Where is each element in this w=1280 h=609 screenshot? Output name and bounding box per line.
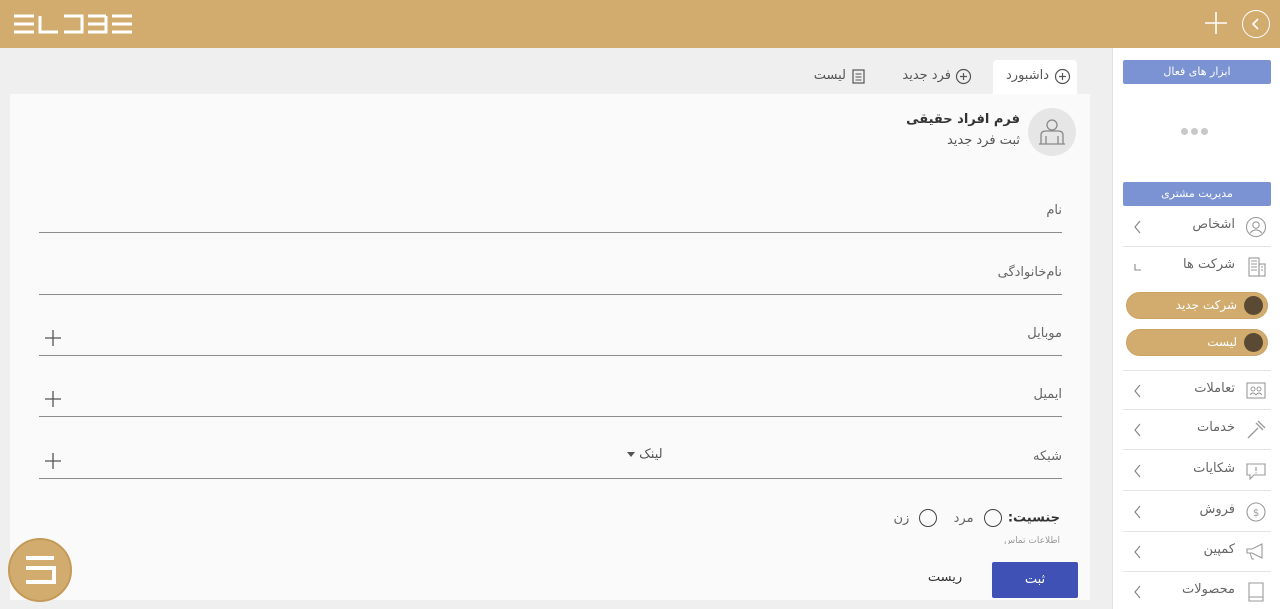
gender-option-female: زن: [893, 510, 910, 526]
chevron-left-icon: [1134, 585, 1141, 599]
plus-circle-icon: [955, 68, 972, 85]
document-icon: [1244, 333, 1263, 352]
chevron-left-icon: [1134, 464, 1141, 478]
sidebar-subitem-list[interactable]: لیست: [1126, 329, 1268, 356]
megaphone-icon: [1246, 543, 1263, 560]
network-field[interactable]: شبکه لینک: [39, 439, 1062, 479]
hammer-icon: [1247, 420, 1266, 439]
interaction-icon: [1246, 382, 1266, 399]
sidebar-item-products[interactable]: محصولات: [1123, 572, 1271, 609]
dollar-icon: $: [1246, 502, 1266, 522]
chevron-down-icon: [1134, 264, 1141, 271]
submit-button[interactable]: ثبت: [992, 562, 1078, 598]
sidebar-item-label: شکایات: [1193, 461, 1235, 476]
network-select-value: لینک: [639, 447, 663, 462]
network-type-select[interactable]: لینک: [623, 447, 663, 462]
people-icon: [1245, 216, 1267, 238]
sidebar-item-label: اشخاص: [1192, 217, 1235, 232]
email-field[interactable]: ایمیل: [39, 377, 1062, 417]
tab-label: لیست: [813, 68, 846, 83]
tab-list[interactable]: لیست: [808, 60, 870, 94]
sidebar-subitem-label: شرکت جدید: [1175, 298, 1237, 312]
email-label: ایمیل: [1033, 387, 1062, 402]
first-name-field[interactable]: نام: [39, 193, 1062, 233]
sidebar-item-services[interactable]: خدمات: [1123, 410, 1271, 450]
sidebar-item-companies[interactable]: شرکت ها: [1123, 247, 1271, 287]
network-label: شبکه: [1033, 449, 1062, 464]
mobile-field[interactable]: موبایل: [39, 316, 1062, 356]
contact-info-heading: اطلاعات تماس: [1004, 536, 1060, 544]
brand-logo-icon[interactable]: [12, 12, 134, 36]
avatar: [1028, 108, 1076, 156]
form-title: فرم افراد حقیقی: [906, 112, 1020, 127]
first-name-label: نام: [1046, 203, 1062, 218]
chevron-left-icon: [1134, 384, 1141, 398]
gender-label: جنسیت:: [1007, 510, 1060, 526]
sidebar-item-complaints[interactable]: شکایات: [1123, 451, 1271, 491]
plus-circle-icon: [1244, 296, 1263, 315]
tab-new-person[interactable]: فرد جدید: [895, 60, 975, 94]
gender-group: جنسیت: مرد زن: [884, 509, 1060, 527]
chevron-left-icon: [1134, 545, 1141, 559]
chevron-left-icon: [1134, 220, 1141, 234]
sidebar-item-label: شرکت ها: [1183, 257, 1235, 272]
chevron-circle-icon[interactable]: [1242, 10, 1270, 38]
add-network-icon[interactable]: [45, 453, 61, 469]
brand-mark-icon: [26, 556, 56, 584]
gender-radio-male[interactable]: [983, 509, 1002, 527]
complaint-icon: [1246, 463, 1266, 481]
more-icon[interactable]: [1181, 120, 1215, 135]
sidebar-subitem-new-company[interactable]: شرکت جدید: [1126, 292, 1268, 319]
svg-text:$: $: [1253, 508, 1259, 519]
sidebar-item-campaign[interactable]: کمپین: [1123, 532, 1271, 572]
person-icon: [1039, 119, 1065, 145]
add-mobile-icon[interactable]: [45, 330, 61, 346]
sidebar-item-label: کمپین: [1203, 542, 1235, 557]
tab-label: داشبورد: [1006, 68, 1049, 83]
top-bar: [0, 0, 1280, 48]
box-icon: [1248, 582, 1264, 602]
sidebar-subitem-label: لیست: [1207, 335, 1237, 349]
building-icon: [1248, 257, 1266, 277]
form-subtitle: ثبت فرد جدید: [946, 133, 1020, 148]
document-icon: [852, 69, 865, 84]
caret-down-icon: [627, 452, 635, 457]
chevron-left-icon: [1134, 505, 1141, 519]
sidebar-item-people[interactable]: اشخاص: [1123, 207, 1271, 247]
tab-label: فرد جدید: [902, 68, 951, 83]
form-card: فرم افراد حقیقی ثبت فرد جدید نام نام‌خان…: [10, 94, 1090, 600]
sidebar-item-label: خدمات: [1196, 420, 1235, 435]
plus-circle-icon: [1054, 68, 1071, 85]
chevron-left-icon: [1134, 423, 1141, 437]
add-email-icon[interactable]: [45, 391, 61, 407]
sidebar-item-label: تعاملات: [1194, 381, 1235, 396]
last-name-field[interactable]: نام‌خانوادگی: [39, 255, 1062, 295]
sidebar-item-label: محصولات: [1182, 582, 1235, 597]
sidebar-item-label: فروش: [1199, 502, 1235, 517]
gender-radio-female[interactable]: [919, 509, 938, 527]
gender-option-male: مرد: [953, 510, 974, 526]
last-name-label: نام‌خانوادگی: [997, 265, 1062, 280]
tab-dashboard[interactable]: داشبورد: [993, 60, 1077, 94]
sidebar-item-interactions[interactable]: تعاملات: [1123, 370, 1271, 410]
reset-button[interactable]: ریست: [920, 570, 970, 590]
sidebar-item-sales[interactable]: $ فروش: [1123, 492, 1271, 532]
active-tools-button[interactable]: ابزار های فعال: [1123, 60, 1271, 84]
customer-management-button[interactable]: مدیریت مشتری: [1123, 182, 1271, 206]
plus-icon[interactable]: [1204, 11, 1228, 35]
right-sidebar: ابزار های فعال مدیریت مشتری اشخاص شرکت ه…: [1112, 48, 1280, 609]
mobile-label: موبایل: [1027, 326, 1062, 341]
brand-fab-button[interactable]: [8, 538, 72, 602]
